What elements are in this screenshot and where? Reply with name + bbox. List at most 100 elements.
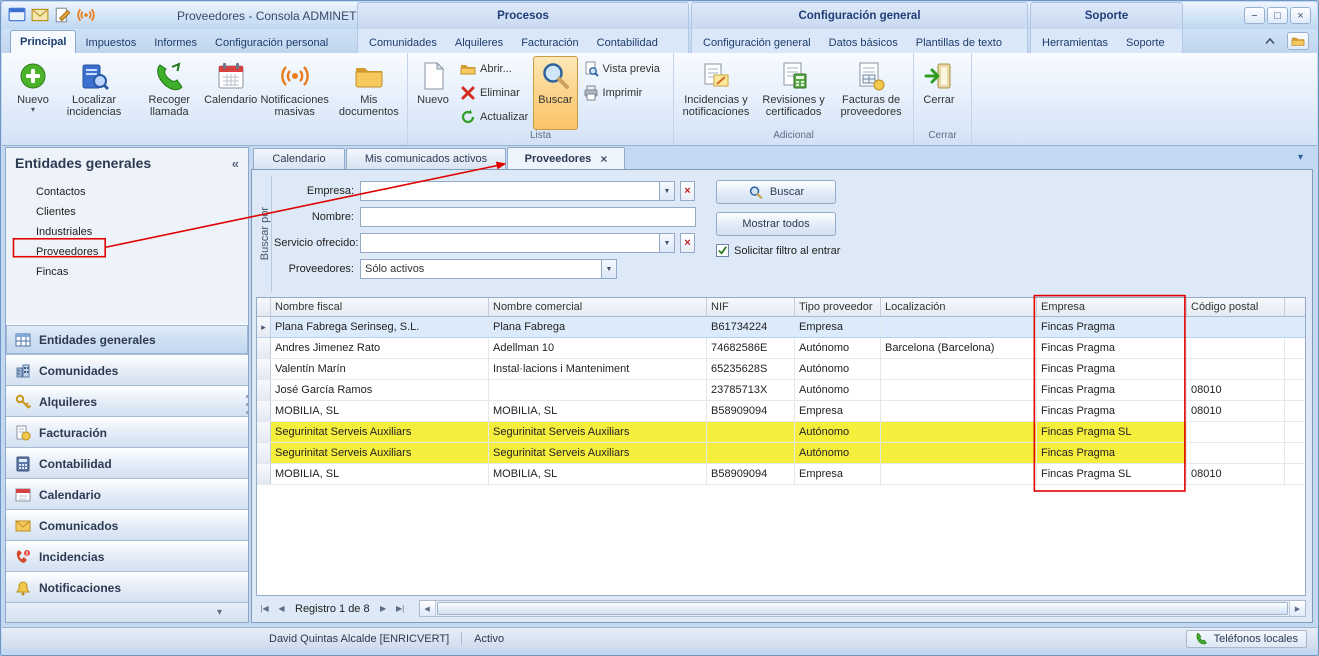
nav-item-calendario[interactable]: Calendario	[6, 479, 248, 510]
ribbon-tab-contabilidad[interactable]: Contabilidad	[588, 32, 667, 53]
vista-previa-button[interactable]: Vista previa	[580, 59, 663, 78]
ribbon-tab-datos-basicos[interactable]: Datos básicos	[820, 32, 907, 53]
ribbon-tab-impuestos[interactable]: Impuestos	[76, 32, 145, 53]
document-tab-proveedores[interactable]: Proveedores×	[507, 147, 625, 169]
ribbon-tab-configuracion-personal[interactable]: Configuración personal	[206, 32, 337, 53]
buscar-button[interactable]: Buscar	[533, 56, 577, 130]
last-record-button[interactable]: ▶|	[392, 600, 409, 617]
sidebar-link-industriales[interactable]: Industriales	[6, 222, 248, 242]
grid-row[interactable]: MOBILIA, SLMOBILIA, SLB58909094EmpresaFi…	[257, 464, 1305, 485]
ribbon-tab-soporte[interactable]: Soporte	[1117, 32, 1174, 53]
nav-item-alquileres[interactable]: Alquileres	[6, 386, 248, 417]
sidebar-link-contactos[interactable]: Contactos	[6, 182, 248, 202]
grid-row[interactable]: Segurinitat Serveis AuxiliarsSegurinitat…	[257, 422, 1305, 443]
empresa-clear-icon[interactable]: ×	[680, 181, 695, 201]
ribbon-tab-configuracion-general[interactable]: Configuración general	[694, 32, 820, 53]
servicio-ofrecido-clear-icon[interactable]: ×	[680, 233, 695, 253]
tab-close-icon[interactable]: ×	[600, 154, 607, 164]
eliminar-button[interactable]: Eliminar	[457, 83, 531, 102]
ribbon-tab-alquileres[interactable]: Alquileres	[446, 32, 512, 53]
splitter-grip[interactable]	[246, 395, 249, 398]
buscar-button[interactable]: Buscar	[716, 180, 836, 204]
document-tab-calendario[interactable]: Calendario	[253, 148, 345, 169]
column-header-nombre-comercial[interactable]: Nombre comercial	[489, 298, 707, 316]
servicio-ofrecido-input[interactable]	[360, 233, 660, 253]
chevron-up-icon[interactable]	[1261, 32, 1279, 50]
ribbon-tab-plantillas-de-texto[interactable]: Plantillas de texto	[907, 32, 1011, 53]
sidebar-link-proveedores[interactable]: Proveedores	[6, 242, 248, 262]
column-header-nif[interactable]: NIF	[707, 298, 795, 316]
broadcast-icon[interactable]	[77, 6, 95, 24]
nuevo-button[interactable]: Nuevo▾	[11, 56, 55, 130]
close-button[interactable]: ×	[1290, 7, 1311, 24]
recoger-llamada-button[interactable]: Recoger llamada	[133, 56, 206, 130]
ribbon-tab-principal[interactable]: Principal	[10, 30, 76, 53]
column-header-tipo-proveedor[interactable]: Tipo proveedor	[795, 298, 881, 316]
tab-list-dropdown-icon[interactable]: ▾	[1298, 152, 1303, 163]
revisiones-y-certificados-button[interactable]: Revisiones y certificados	[755, 56, 832, 130]
abrir-button[interactable]: Abrir...	[457, 59, 531, 78]
column-header-empresa[interactable]: Empresa	[1037, 298, 1187, 316]
nav-item-comunicados[interactable]: Comunicados	[6, 510, 248, 541]
incidencias-y-notificaciones-button[interactable]: Incidencias y notificaciones	[677, 56, 755, 130]
previous-record-button[interactable]: ◀	[273, 600, 290, 617]
cerrar-button[interactable]: Cerrar	[917, 56, 961, 130]
empresa-dropdown-icon[interactable]: ▼	[660, 181, 675, 201]
nav-item-facturacion[interactable]: Facturación	[6, 417, 248, 448]
grid-row[interactable]: Segurinitat Serveis AuxiliarsSegurinitat…	[257, 443, 1305, 464]
scrollbar-thumb[interactable]	[437, 602, 1288, 615]
maximize-button[interactable]: □	[1267, 7, 1288, 24]
sidebar-collapse-icon[interactable]: «	[232, 156, 239, 171]
sidebar-link-fincas[interactable]: Fincas	[6, 262, 248, 282]
mostrar-todos-button[interactable]: Mostrar todos	[716, 212, 836, 236]
nav-item-entidades-generales[interactable]: Entidades generales	[6, 324, 248, 355]
column-header-localizacion[interactable]: Localización	[881, 298, 1037, 316]
chevron-down-icon[interactable]: ▾	[217, 607, 222, 618]
horizontal-scrollbar[interactable]: ◀ ▶	[419, 600, 1306, 617]
ribbon-tab-herramientas[interactable]: Herramientas	[1033, 32, 1117, 53]
empresa-input[interactable]	[360, 181, 660, 201]
scroll-right-icon[interactable]: ▶	[1289, 601, 1305, 616]
grid-row[interactable]: ▸Plana Fabrega Serinseg, S.L.Plana Fabre…	[257, 317, 1305, 338]
local-phones-panel[interactable]: Teléfonos locales	[1186, 630, 1307, 648]
checkbox-checked-icon[interactable]	[716, 244, 729, 257]
column-header-nombre-fiscal[interactable]: Nombre fiscal	[271, 298, 489, 316]
edit-note-icon[interactable]	[54, 6, 72, 24]
ribbon-tab-comunidades[interactable]: Comunidades	[360, 32, 446, 53]
grid-row[interactable]: José García Ramos23785713XAutónomoFincas…	[257, 380, 1305, 401]
nav-item-comunidades[interactable]: Comunidades	[6, 355, 248, 386]
column-header-codigo-postal[interactable]: Código postal	[1187, 298, 1285, 316]
mail-icon[interactable]	[31, 6, 49, 24]
imprimir-button[interactable]: Imprimir	[580, 83, 663, 102]
notificaciones-masivas-button[interactable]: Notificaciones masivas	[256, 56, 334, 130]
grid-cell	[1187, 317, 1285, 337]
next-record-button[interactable]: ▶	[375, 600, 392, 617]
facturas-de-proveedores-button[interactable]: Facturas de proveedores	[832, 56, 910, 130]
document-tab-mis-comunicados-activos[interactable]: Mis comunicados activos	[346, 148, 506, 169]
actualizar-button[interactable]: Actualizar	[457, 107, 531, 126]
nav-item-incidencias[interactable]: Incidencias	[6, 541, 248, 572]
calendario-button[interactable]: Calendario	[206, 56, 256, 130]
proveedores-dropdown-icon[interactable]: ▼	[602, 259, 617, 279]
scroll-left-icon[interactable]: ◀	[420, 601, 436, 616]
mis-documentos-button[interactable]: Mis documentos	[334, 56, 404, 130]
grid-row[interactable]: Andres Jimenez RatoAdellman 1074682586EA…	[257, 338, 1305, 359]
app-window-icon[interactable]	[8, 6, 26, 24]
ribbon-tab-facturacion[interactable]: Facturación	[512, 32, 587, 53]
localizar-incidencias-button[interactable]: Localizar incidencias	[55, 56, 133, 130]
ribbon-tab-informes[interactable]: Informes	[145, 32, 206, 53]
nuevo-button[interactable]: Nuevo	[411, 56, 455, 130]
proveedores-input[interactable]: Sólo activos	[360, 259, 602, 279]
grid-cell-filler	[1285, 380, 1305, 400]
minimize-button[interactable]: −	[1244, 7, 1265, 24]
nombre-input[interactable]	[360, 207, 696, 227]
solicitar-filtro-checkbox[interactable]: Solicitar filtro al entrar	[716, 244, 840, 257]
help-panel-icon[interactable]	[1287, 32, 1309, 50]
servicio-ofrecido-dropdown-icon[interactable]: ▼	[660, 233, 675, 253]
sidebar-link-clientes[interactable]: Clientes	[6, 202, 248, 222]
first-record-button[interactable]: |◀	[256, 600, 273, 617]
grid-row[interactable]: MOBILIA, SLMOBILIA, SLB58909094EmpresaFi…	[257, 401, 1305, 422]
nav-item-contabilidad[interactable]: Contabilidad	[6, 448, 248, 479]
nav-item-notificaciones[interactable]: Notificaciones	[6, 572, 248, 603]
grid-row[interactable]: Valentín MarínInstal·lacions i Mantenime…	[257, 359, 1305, 380]
